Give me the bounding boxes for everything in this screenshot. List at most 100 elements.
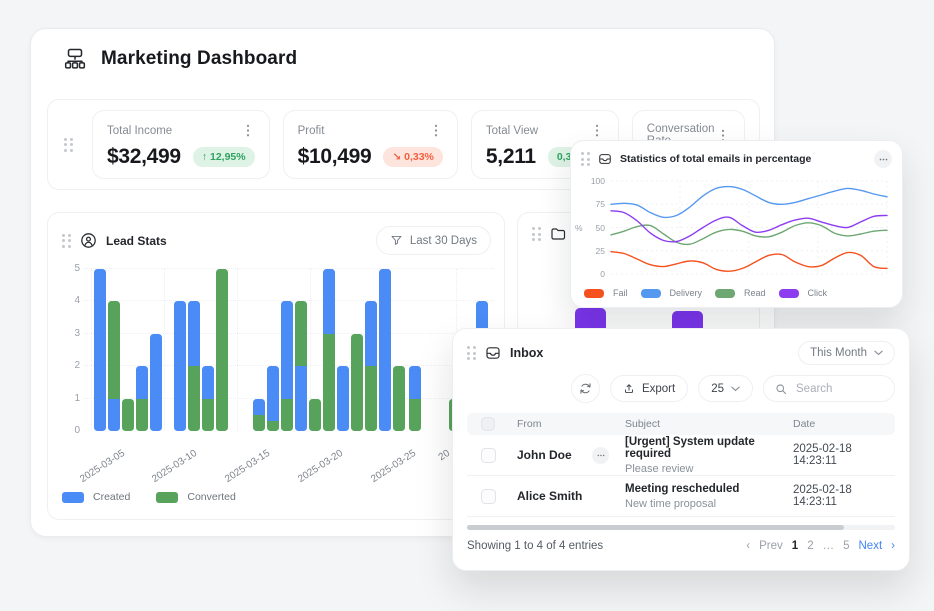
lead-bar bbox=[253, 399, 265, 431]
export-button[interactable]: Export bbox=[610, 375, 688, 402]
inbox-drag-handle[interactable] bbox=[467, 346, 476, 360]
lead-y-tick: 4 bbox=[64, 295, 80, 306]
lead-bar bbox=[309, 399, 321, 431]
legend-label: Fail bbox=[613, 288, 628, 298]
legend-swatch bbox=[156, 492, 178, 503]
lead-bar bbox=[150, 334, 162, 431]
legend-label: Created bbox=[93, 491, 130, 503]
row-checkbox[interactable] bbox=[481, 448, 496, 463]
legend-item: Delivery bbox=[641, 288, 703, 298]
chevron-down-icon bbox=[731, 386, 740, 392]
inbox-icon bbox=[485, 345, 501, 361]
table-row[interactable]: Alice Smith Meeting rescheduled New time… bbox=[467, 476, 895, 517]
lead-chart-plot: 012345 bbox=[48, 269, 504, 431]
lead-x-tick: 2025-03-20 bbox=[287, 448, 345, 491]
legend-item: Click bbox=[779, 288, 828, 298]
lead-bar bbox=[393, 366, 405, 431]
scrollbar-thumb[interactable] bbox=[467, 525, 844, 530]
column-header-from: From bbox=[509, 418, 625, 430]
row-subject: Meeting rescheduled bbox=[625, 483, 793, 495]
table-header-row: From Subject Date bbox=[467, 413, 895, 435]
legend-swatch bbox=[715, 289, 735, 298]
inbox-table: From Subject Date John Doe [Urgent] Syst… bbox=[467, 413, 895, 517]
pagination-prev-button[interactable]: Prev bbox=[759, 540, 783, 552]
lead-bar bbox=[409, 366, 421, 431]
row-subject: [Urgent] System update required bbox=[625, 436, 793, 460]
kebab-menu-icon[interactable] bbox=[429, 123, 443, 138]
lead-bar bbox=[295, 301, 307, 431]
lead-bar bbox=[122, 399, 134, 431]
email-y-tick: 50 bbox=[583, 223, 605, 233]
row-from: Alice Smith bbox=[517, 489, 582, 503]
row-checkbox[interactable] bbox=[481, 489, 496, 504]
table-row[interactable]: John Doe [Urgent] System update required… bbox=[467, 435, 895, 476]
kebab-menu-icon[interactable] bbox=[241, 123, 255, 138]
folder-icon bbox=[550, 226, 566, 242]
page-header: Marketing Dashboard bbox=[62, 46, 297, 72]
legend-label: Read bbox=[744, 288, 766, 298]
stat-card-total-income: Total Income $32,499 ↑ 12,95% bbox=[92, 110, 270, 179]
row-date: 2025-02-18 14:23:11 bbox=[793, 484, 895, 508]
stat-value: $10,499 bbox=[298, 145, 372, 169]
email-y-tick: 100 bbox=[583, 176, 605, 186]
legend-item: Created bbox=[62, 491, 130, 503]
email-y-axis-label: % bbox=[575, 223, 583, 233]
lead-bar bbox=[188, 301, 200, 431]
lead-stats-filter-label: Last 30 Days bbox=[410, 235, 477, 247]
period-select[interactable]: This Month bbox=[798, 341, 895, 365]
row-date: 2025-02-18 14:23:11 bbox=[793, 443, 895, 467]
stat-trend-badge: ↑ 12,95% bbox=[193, 147, 255, 167]
chevron-down-icon bbox=[874, 350, 883, 356]
inbox-card: Inbox This Month Export 25 bbox=[452, 328, 910, 571]
row-preview: New time proposal bbox=[625, 498, 793, 510]
lead-bar bbox=[337, 366, 349, 431]
lead-stats-filter-button[interactable]: Last 30 Days bbox=[376, 226, 491, 255]
export-label: Export bbox=[642, 383, 675, 395]
lead-bar bbox=[94, 269, 106, 431]
email-chart: 0255075100% bbox=[571, 141, 902, 307]
pagination-page[interactable]: 2 bbox=[807, 540, 813, 552]
legend-swatch bbox=[62, 492, 84, 503]
pagination-next-button[interactable]: Next bbox=[859, 540, 883, 552]
legend-item: Converted bbox=[156, 491, 235, 503]
pagination-page[interactable]: 1 bbox=[792, 540, 798, 552]
legend-label: Click bbox=[808, 288, 828, 298]
lead-y-tick: 5 bbox=[64, 263, 80, 274]
upload-icon bbox=[623, 382, 635, 395]
lead-stats-icon bbox=[80, 232, 97, 249]
lead-bar bbox=[365, 301, 377, 431]
stat-label: Profit bbox=[298, 125, 325, 137]
pagination-page: … bbox=[823, 540, 835, 552]
lead-bar bbox=[281, 301, 293, 431]
row-actions-button[interactable] bbox=[592, 447, 609, 464]
entries-summary: Showing 1 to 4 of 4 entries bbox=[467, 540, 603, 552]
lead-legend: Created Converted bbox=[62, 491, 236, 503]
search-input[interactable] bbox=[794, 382, 888, 396]
stats-drag-handle[interactable] bbox=[64, 138, 73, 152]
pagination-next-icon[interactable]: › bbox=[891, 540, 895, 552]
stat-card-profit: Profit $10,499 ↘ 0,33% bbox=[283, 110, 458, 179]
page-size-select[interactable]: 25 bbox=[698, 375, 753, 402]
refresh-button[interactable] bbox=[571, 374, 600, 403]
stat-label: Total Income bbox=[107, 125, 172, 137]
column-header-subject: Subject bbox=[625, 418, 793, 430]
legend-swatch bbox=[584, 289, 604, 298]
pagination-prev-icon[interactable]: ‹ bbox=[746, 540, 750, 552]
lead-stats-title: Lead Stats bbox=[106, 234, 167, 248]
email-y-tick: 75 bbox=[583, 199, 605, 209]
lead-bar bbox=[323, 269, 335, 431]
dashboard-canvas: Marketing Dashboard Total Income $32,499… bbox=[0, 0, 934, 611]
lead-bar bbox=[267, 366, 279, 431]
lead-stats-drag-handle[interactable] bbox=[62, 234, 71, 248]
select-all-checkbox[interactable] bbox=[481, 417, 495, 431]
email-y-tick: 25 bbox=[583, 246, 605, 256]
pagination-page[interactable]: 5 bbox=[843, 540, 849, 552]
folder-card-drag-handle[interactable] bbox=[532, 227, 541, 241]
inbox-title: Inbox bbox=[510, 346, 543, 360]
stat-label: Total View bbox=[486, 125, 538, 137]
funnel-icon bbox=[390, 234, 403, 247]
lead-x-tick: 2025-03-15 bbox=[214, 448, 272, 491]
inbox-toolbar: Export 25 bbox=[467, 375, 895, 402]
row-from: John Doe bbox=[517, 448, 572, 462]
kebab-menu-icon[interactable] bbox=[590, 123, 604, 138]
